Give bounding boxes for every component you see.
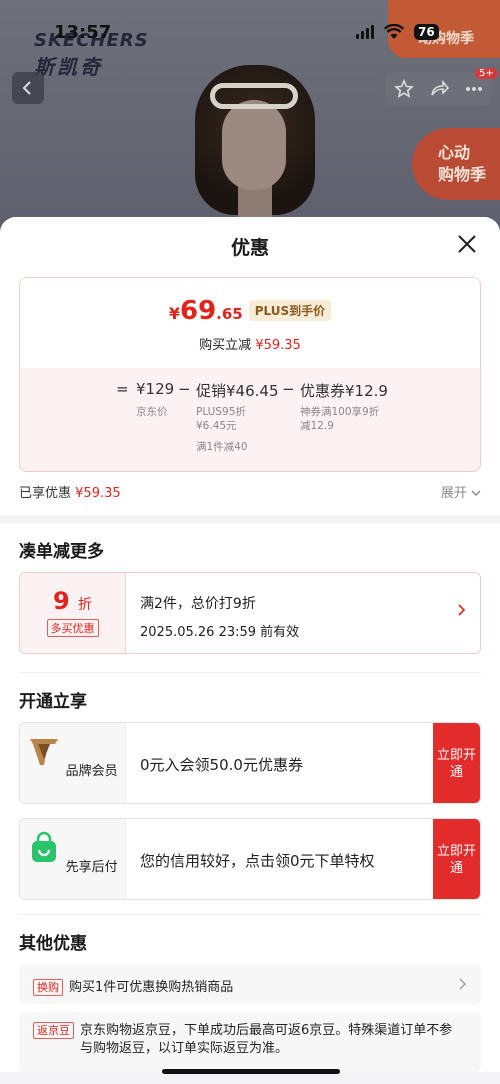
bundle-discount-box: 9 折 多买优惠 — [20, 573, 126, 653]
pay-later-card[interactable]: 先享后付 您的信用较好，点击领0元下单特权 立即开通 — [19, 818, 481, 900]
jd-bean-tag: 返京豆 — [33, 1022, 74, 1039]
brand-logo-cn: 斯凯奇 — [34, 55, 103, 79]
bundle-valid-date: 2025.05.26 23:59 前有效 — [140, 625, 300, 640]
join-member-button[interactable]: 立即开通 — [433, 723, 480, 803]
bundle-deal-info: 满2件，总价打9折 2025.05.26 23:59 前有效 — [126, 573, 299, 653]
minus-sign: − — [178, 380, 191, 398]
jd-bean-offer[interactable]: 返京豆 京东购物返京豆，下单成功后最高可返6京豆。特殊渠道订单不参与购物返豆，以订… — [19, 1012, 481, 1072]
promo-detail-1: PLUS95折 — [196, 406, 246, 418]
enjoyed-amount: ¥59.35 — [75, 486, 121, 501]
trade-in-tag: 换购 — [33, 979, 63, 996]
coupon-amount: 优惠券¥12.9 — [300, 382, 388, 400]
chevron-right-icon — [458, 604, 466, 616]
chevron-down-icon — [471, 490, 481, 496]
bundle-section: 凑单减更多 9 折 多买优惠 满2件，总价打9折 2025.05.26 23:5… — [0, 523, 500, 1072]
model-photo — [190, 55, 320, 240]
brand-member-card[interactable]: 品牌会员 0元入会领50.0元优惠券 立即开通 — [19, 722, 481, 804]
price-card: ¥69.65 PLUS到手价 购买立减 ¥59.35 = ¥129 京东价 − … — [19, 277, 481, 472]
price-summary: ¥69.65 PLUS到手价 购买立减 ¥59.35 = ¥129 京东价 − … — [0, 273, 500, 515]
back-button[interactable] — [12, 72, 44, 104]
shopping-bag-icon — [32, 831, 57, 862]
promo-side-line2: 购物季 — [438, 165, 487, 184]
price-decimal: .65 — [216, 305, 243, 323]
instant-amount: ¥59.35 — [255, 338, 301, 353]
wifi-icon — [384, 24, 404, 39]
share-icon[interactable] — [429, 79, 449, 99]
sheet-title: 优惠 — [230, 237, 269, 259]
discount-value: 9 折 — [20, 587, 125, 615]
product-background: SKECHERS 斯凯奇 动购物季 心动 购物季 13:57 76 5+ — [0, 0, 500, 240]
instant-label: 购买立减 — [199, 338, 252, 353]
chevron-right-icon — [459, 978, 466, 990]
brand-member-icon — [30, 739, 59, 765]
promo-detail-2: ¥6.45元 — [196, 420, 237, 432]
trade-in-offer[interactable]: 换购 购买1件可优惠换购热销商品 — [19, 964, 481, 1004]
expand-button[interactable]: 展开 — [441, 482, 481, 501]
star-icon[interactable] — [393, 79, 414, 99]
other-title: 其他优惠 — [19, 934, 87, 954]
promo-detail-3: 满1件减40 — [196, 441, 248, 453]
brand-member-desc: 0元入会领50.0元优惠券 — [140, 756, 303, 774]
promo-badge-side[interactable]: 心动 购物季 — [412, 128, 500, 200]
base-price: ¥129 — [136, 380, 175, 398]
instant-discount: 购买立减 ¥59.35 — [20, 334, 480, 353]
base-price-label: 京东价 — [136, 406, 168, 418]
jd-bean-text: 京东购物返京豆，下单成功后最高可返6京豆。特殊渠道订单不参与购物返豆，以订单实际… — [80, 1023, 453, 1056]
more-icon[interactable] — [464, 79, 484, 99]
bundle-deal-card[interactable]: 9 折 多买优惠 满2件，总价打9折 2025.05.26 23:59 前有效 — [19, 572, 481, 654]
price-breakdown: = ¥129 京东价 − 促销¥46.45 PLUS95折 ¥6.45元 满1件… — [20, 368, 480, 471]
discount-number: 9 — [52, 587, 70, 615]
status-icons: 76 — [356, 24, 439, 40]
promo-side-line1: 心动 — [438, 143, 471, 162]
sheet-header: 优惠 — [0, 217, 500, 273]
multi-buy-tag: 多买优惠 — [46, 619, 99, 637]
membership-title: 开通立享 — [19, 692, 87, 712]
plus-price-tag: PLUS到手价 — [248, 300, 332, 321]
trade-in-text: 购买1件可优惠换购热销商品 — [69, 980, 234, 995]
enjoyed-discount-row: 已享优惠 ¥59.35 展开 — [19, 472, 481, 501]
enjoyed-discount: 已享优惠 ¥59.35 — [19, 482, 121, 501]
enjoyed-label: 已享优惠 — [19, 486, 72, 501]
discount-unit: 折 — [78, 597, 93, 613]
pay-later-label: 先享后付 — [65, 860, 118, 875]
coupon-detail-1: 神券满100享9折 — [300, 406, 380, 418]
price-top: ¥69.65 PLUS到手价 购买立减 ¥59.35 — [20, 278, 480, 368]
minus-sign: − — [282, 380, 295, 398]
coupon-detail-2: 减12.9 — [300, 420, 334, 432]
equals-sign: = — [116, 380, 129, 398]
signal-icon — [356, 25, 374, 39]
brand-member-box: 品牌会员 — [20, 723, 126, 803]
close-icon[interactable] — [456, 233, 478, 255]
chevron-left-icon — [22, 81, 31, 95]
bundle-title: 凑单减更多 — [19, 542, 104, 562]
price-integer: 69 — [179, 296, 217, 326]
promo-amount: 促销¥46.45 — [196, 382, 279, 400]
pay-later-desc: 您的信用较好，点击领0元下单特权 — [140, 852, 375, 870]
price-symbol: ¥ — [168, 304, 180, 323]
battery-icon: 76 — [414, 24, 439, 40]
status-time: 13:57 — [54, 22, 112, 43]
notification-badge: 5+ — [475, 68, 498, 79]
pay-later-box: 先享后付 — [20, 819, 126, 899]
home-indicator[interactable] — [162, 1069, 340, 1074]
final-price: ¥69.65 — [169, 296, 243, 326]
discount-sheet: 优惠 ¥69.65 PLUS到手价 购买立减 ¥59.35 = ¥129 京东价… — [0, 217, 500, 1084]
bundle-desc: 满2件，总价打9折 — [140, 596, 256, 612]
activate-pay-later-button[interactable]: 立即开通 — [433, 819, 480, 899]
brand-member-label: 品牌会员 — [65, 764, 118, 779]
expand-label: 展开 — [440, 486, 467, 501]
